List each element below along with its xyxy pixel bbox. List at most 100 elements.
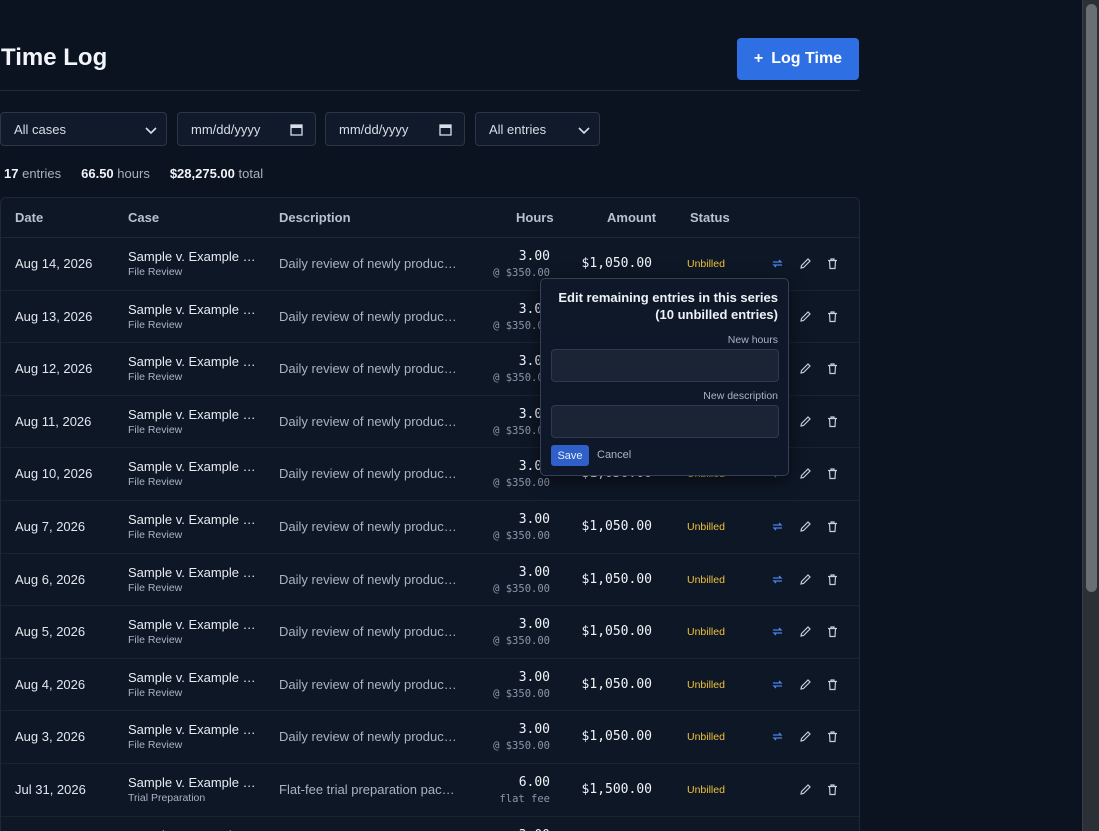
save-button[interactable]: Save bbox=[551, 445, 589, 466]
row-hours: 3.00 bbox=[519, 828, 550, 831]
trash-icon[interactable] bbox=[826, 625, 839, 638]
row-case[interactable]: Sample v. Example Matter bbox=[128, 617, 256, 632]
recurring-icon[interactable] bbox=[771, 520, 784, 533]
edit-icon[interactable] bbox=[799, 678, 812, 691]
calendar-icon[interactable] bbox=[439, 123, 452, 136]
row-case[interactable]: Sample v. Example Matter bbox=[128, 828, 256, 831]
row-rate: @ $350.00 bbox=[493, 477, 550, 490]
row-description: Daily review of newly produced documents bbox=[279, 571, 459, 587]
status-badge: Unbilled bbox=[687, 678, 725, 691]
header-hours[interactable]: Hours bbox=[516, 210, 554, 225]
trash-icon[interactable] bbox=[826, 520, 839, 533]
trash-icon[interactable] bbox=[826, 467, 839, 480]
row-amount: $1,050.00 bbox=[581, 518, 652, 534]
trash-icon[interactable] bbox=[826, 257, 839, 270]
trash-icon[interactable] bbox=[826, 678, 839, 691]
date-from-input[interactable]: mm/dd/yyyy bbox=[177, 112, 316, 146]
header-case[interactable]: Case bbox=[128, 210, 159, 225]
plus-icon: + bbox=[753, 50, 764, 67]
row-hours: 3.00 bbox=[518, 511, 550, 527]
row-rate: @ $350.00 bbox=[493, 582, 550, 595]
edit-icon[interactable] bbox=[799, 573, 812, 586]
edit-icon[interactable] bbox=[799, 415, 812, 428]
row-case[interactable]: Sample v. Example Matter bbox=[128, 249, 256, 264]
case-filter-value: All cases bbox=[14, 121, 67, 137]
trash-icon[interactable] bbox=[826, 415, 839, 428]
log-time-label: Log Time bbox=[771, 50, 843, 67]
recurring-icon[interactable] bbox=[771, 730, 784, 743]
row-hours: 3.00 bbox=[518, 249, 550, 264]
edit-icon[interactable] bbox=[799, 783, 812, 796]
trash-icon[interactable] bbox=[826, 783, 839, 796]
table-row[interactable]: Jul 31, 2026 Sample v. Example MatterTria… bbox=[1, 764, 859, 817]
row-amount: $1,050.00 bbox=[581, 676, 652, 692]
row-amount: $1,050.00 bbox=[581, 571, 652, 587]
row-date: Aug 13, 2026 bbox=[15, 308, 93, 324]
entries-filter-select[interactable]: All entries bbox=[475, 112, 600, 146]
row-case[interactable]: Sample v. Example Matter bbox=[128, 459, 256, 474]
log-time-button[interactable]: + Log Time bbox=[737, 38, 859, 80]
row-case[interactable]: Sample v. Example Matter bbox=[128, 565, 256, 580]
edit-icon[interactable] bbox=[799, 310, 812, 323]
recurring-icon[interactable] bbox=[771, 257, 784, 270]
edit-icon[interactable] bbox=[799, 520, 812, 533]
status-badge: Unbilled bbox=[687, 626, 725, 639]
date-to-placeholder: mm/dd/yyyy bbox=[339, 121, 409, 137]
row-case[interactable]: Sample v. Example Matter bbox=[128, 354, 256, 369]
edit-icon[interactable] bbox=[799, 467, 812, 480]
table-row[interactable]: Sample v. Example Matter 3.00 bbox=[1, 817, 859, 831]
header-description[interactable]: Description bbox=[279, 210, 351, 225]
recurring-icon[interactable] bbox=[771, 625, 784, 638]
edit-icon[interactable] bbox=[799, 625, 812, 638]
trash-icon[interactable] bbox=[826, 310, 839, 323]
row-case-activity: File Review bbox=[128, 739, 183, 752]
status-badge: Unbilled bbox=[687, 731, 725, 744]
header-status[interactable]: Status bbox=[690, 210, 730, 225]
case-filter-select[interactable]: All cases bbox=[0, 112, 167, 146]
recurring-icon[interactable] bbox=[771, 573, 784, 586]
row-case-activity: File Review bbox=[128, 634, 183, 647]
cancel-button[interactable]: Cancel bbox=[597, 449, 631, 461]
row-date: Aug 4, 2026 bbox=[15, 676, 86, 692]
recurring-icon[interactable] bbox=[771, 678, 784, 691]
row-case[interactable]: Sample v. Example Matter bbox=[128, 670, 256, 685]
header-date[interactable]: Date bbox=[15, 210, 43, 225]
table-row[interactable]: Aug 5, 2026 Sample v. Example Matter File … bbox=[1, 606, 859, 659]
page-scrollbar[interactable] bbox=[1082, 0, 1099, 831]
scrollbar-thumb[interactable] bbox=[1086, 4, 1097, 592]
row-hours: 3.00 bbox=[518, 564, 550, 580]
calendar-icon[interactable] bbox=[290, 123, 303, 136]
new-hours-input[interactable] bbox=[551, 349, 779, 382]
new-description-input[interactable] bbox=[551, 405, 779, 438]
status-badge: Unbilled bbox=[687, 258, 725, 270]
row-date: Aug 7, 2026 bbox=[15, 518, 86, 534]
table-row[interactable]: Aug 7, 2026 Sample v. Example MatterFile … bbox=[1, 501, 859, 554]
row-date: Aug 5, 2026 bbox=[15, 624, 86, 640]
row-rate: @ $350.00 bbox=[493, 635, 550, 648]
date-to-input[interactable]: mm/dd/yyyy bbox=[325, 112, 465, 146]
table-row[interactable]: Aug 4, 2026 Sample v. Example MatterFile … bbox=[1, 659, 859, 712]
trash-icon[interactable] bbox=[826, 573, 839, 586]
header-amount[interactable]: Amount bbox=[607, 210, 656, 225]
status-badge: Unbilled bbox=[687, 573, 725, 586]
row-case-activity: File Review bbox=[128, 476, 183, 489]
table-row[interactable]: Aug 3, 2026 Sample v. Example Matter File … bbox=[1, 711, 859, 764]
edit-icon[interactable] bbox=[799, 257, 812, 270]
row-description: Daily review of newly produced documents bbox=[279, 256, 459, 271]
row-description: Daily review of newly produced documents bbox=[279, 518, 459, 534]
table-row[interactable]: Aug 6, 2026 Sample v. Example MatterFile … bbox=[1, 554, 859, 607]
row-case-activity: File Review bbox=[128, 371, 183, 384]
new-description-label: New description bbox=[703, 390, 778, 402]
row-case[interactable]: Sample v. Example Matter bbox=[128, 722, 256, 737]
row-case[interactable]: Sample v. Example Matter bbox=[128, 512, 256, 527]
row-case[interactable]: Sample v. Example Matter bbox=[128, 775, 256, 790]
row-case[interactable]: Sample v. Example Matter bbox=[128, 407, 256, 422]
row-case-activity: Trial Preparation bbox=[128, 791, 206, 804]
popover-title: Edit remaining entries in this series (1… bbox=[558, 290, 778, 322]
row-case[interactable]: Sample v. Example Matter bbox=[128, 302, 256, 317]
edit-icon[interactable] bbox=[799, 362, 812, 375]
edit-icon[interactable] bbox=[799, 730, 812, 743]
trash-icon[interactable] bbox=[826, 730, 839, 743]
trash-icon[interactable] bbox=[826, 362, 839, 375]
row-amount: $1,500.00 bbox=[581, 781, 652, 797]
